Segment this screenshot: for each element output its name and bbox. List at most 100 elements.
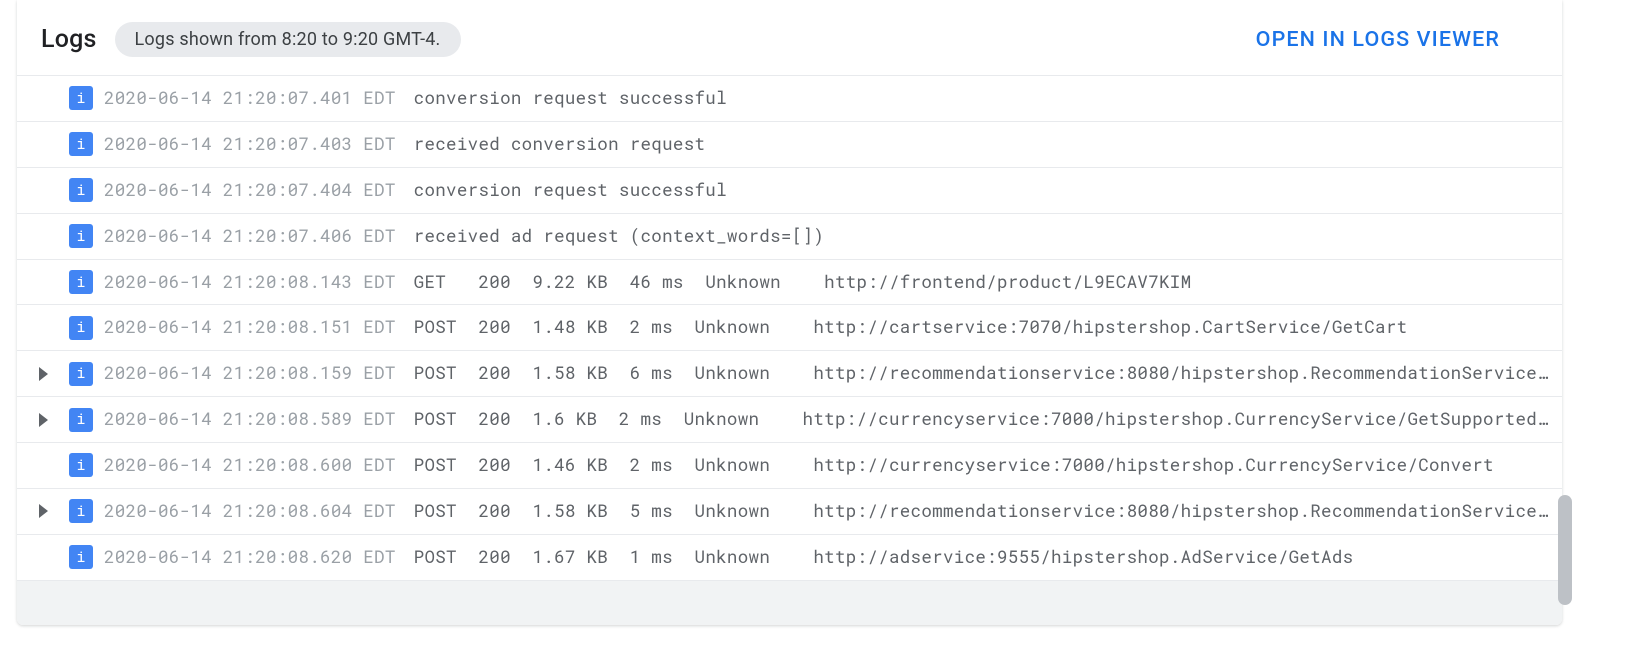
log-row[interactable]: i2020-06-14 21:20:08.159 EDTPOST 200 1.5… <box>17 351 1562 397</box>
severity-info-icon: i <box>69 270 93 294</box>
http-status: 200 <box>478 268 532 297</box>
log-message: received ad request (context_words=[]) <box>396 222 824 251</box>
http-url: http://recommendationservice:8080/hipste… <box>813 359 1548 388</box>
http-agent: Unknown <box>695 359 814 388</box>
logs-panel: Logs Logs shown from 8:20 to 9:20 GMT-4.… <box>17 0 1562 625</box>
http-url: http://frontend/product/L9ECAV7KIM <box>824 268 1191 297</box>
log-timestamp: 2020-06-14 21:20:08.600 EDT <box>104 451 396 480</box>
severity-info-icon: i <box>69 545 93 569</box>
log-message: received conversion request <box>396 130 706 159</box>
http-size: 1.67 KB <box>532 543 629 572</box>
http-method: POST <box>414 405 479 434</box>
http-url: http://adservice:9555/hipstershop.AdServ… <box>813 543 1353 572</box>
http-url: http://currencyservice:7000/hipstershop.… <box>803 405 1548 434</box>
http-method: POST <box>414 543 479 572</box>
log-timestamp: 2020-06-14 21:20:07.404 EDT <box>104 176 396 205</box>
severity-info-icon: i <box>69 132 93 156</box>
http-agent: Unknown <box>684 405 803 434</box>
log-http-summary: POST 200 1.58 KB 6 ms Unknown http://rec… <box>396 359 1562 388</box>
log-row[interactable]: i2020-06-14 21:20:08.604 EDTPOST 200 1.5… <box>17 489 1562 535</box>
logs-header: Logs Logs shown from 8:20 to 9:20 GMT-4.… <box>17 0 1562 75</box>
http-latency: 2 ms <box>630 313 695 342</box>
logs-footer-area <box>17 581 1562 625</box>
http-status: 200 <box>478 313 532 342</box>
log-row[interactable]: i 2020-06-14 21:20:07.403 EDTreceived con… <box>17 122 1562 168</box>
expand-arrow-icon[interactable] <box>39 413 48 427</box>
http-method: GET <box>414 268 479 297</box>
log-http-summary: POST 200 1.6 KB 2 ms Unknown http://curr… <box>396 405 1562 434</box>
http-status: 200 <box>478 451 532 480</box>
log-timestamp: 2020-06-14 21:20:07.403 EDT <box>104 130 396 159</box>
log-timestamp: 2020-06-14 21:20:08.151 EDT <box>104 313 396 342</box>
severity-info-icon: i <box>69 178 93 202</box>
log-timestamp: 2020-06-14 21:20:08.604 EDT <box>104 497 396 526</box>
severity-info-icon: i <box>69 224 93 248</box>
log-timestamp: 2020-06-14 21:20:08.589 EDT <box>104 405 396 434</box>
http-size: 1.48 KB <box>532 313 629 342</box>
log-timestamp: 2020-06-14 21:20:07.406 EDT <box>104 222 396 251</box>
log-http-summary: POST 200 1.67 KB 1 ms Unknown http://ads… <box>396 543 1562 572</box>
http-size: 1.58 KB <box>532 497 629 526</box>
http-agent: Unknown <box>695 497 814 526</box>
http-latency: 6 ms <box>630 359 695 388</box>
time-range-chip[interactable]: Logs shown from 8:20 to 9:20 GMT-4. <box>115 22 461 57</box>
severity-info-icon: i <box>69 362 93 386</box>
http-status: 200 <box>478 543 532 572</box>
expand-cell[interactable] <box>17 367 69 381</box>
log-row[interactable]: i2020-06-14 21:20:08.620 EDTPOST 200 1.6… <box>17 535 1562 581</box>
http-status: 200 <box>478 497 532 526</box>
http-size: 1.6 KB <box>532 405 618 434</box>
http-latency: 1 ms <box>630 543 695 572</box>
expand-arrow-icon[interactable] <box>39 504 48 518</box>
log-http-summary: POST 200 1.58 KB 5 ms Unknown http://rec… <box>396 497 1562 526</box>
log-row[interactable]: i2020-06-14 21:20:08.589 EDTPOST 200 1.6… <box>17 397 1562 443</box>
scrollbar-track <box>1558 80 1572 615</box>
http-size: 1.46 KB <box>532 451 629 480</box>
http-status: 200 <box>478 405 532 434</box>
log-message: conversion request successful <box>396 176 727 205</box>
log-row[interactable]: i2020-06-14 21:20:08.600 EDTPOST 200 1.4… <box>17 443 1562 489</box>
log-list: i2020-06-14 21:20:07.401 EDTconversion r… <box>17 75 1562 581</box>
severity-info-icon: i <box>69 316 93 340</box>
log-http-summary: POST 200 1.48 KB 2 ms Unknown http://car… <box>396 313 1562 342</box>
log-timestamp: 2020-06-14 21:20:07.401 EDT <box>104 84 396 113</box>
log-row[interactable]: i 2020-06-14 21:20:07.406 EDTreceived ad … <box>17 214 1562 260</box>
http-agent: Unknown <box>705 268 824 297</box>
log-timestamp: 2020-06-14 21:20:08.159 EDT <box>104 359 396 388</box>
severity-info-icon: i <box>69 453 93 477</box>
expand-cell[interactable] <box>17 504 69 518</box>
http-agent: Unknown <box>695 313 814 342</box>
http-method: POST <box>414 313 479 342</box>
log-row[interactable]: i 2020-06-14 21:20:07.401 EDTconversion r… <box>17 76 1562 122</box>
log-http-summary: POST 200 1.46 KB 2 ms Unknown http://cur… <box>396 451 1562 480</box>
scrollbar-thumb[interactable] <box>1558 495 1572 605</box>
http-size: 1.58 KB <box>532 359 629 388</box>
http-url: http://recommendationservice:8080/hipste… <box>813 497 1548 526</box>
log-row[interactable]: i 2020-06-14 21:20:07.404 EDTconversion r… <box>17 168 1562 214</box>
log-row[interactable]: i2020-06-14 21:20:08.151 EDTPOST 200 1.4… <box>17 305 1562 351</box>
http-method: POST <box>414 497 479 526</box>
log-http-summary: GET 200 9.22 KB 46 ms Unknown http://fro… <box>396 268 1562 297</box>
http-method: POST <box>414 451 479 480</box>
http-latency: 5 ms <box>630 497 695 526</box>
logs-title: Logs <box>41 25 97 54</box>
expand-cell[interactable] <box>17 413 69 427</box>
severity-info-icon: i <box>69 499 93 523</box>
open-in-logs-viewer-link[interactable]: OPEN IN LOGS VIEWER <box>1256 27 1500 52</box>
http-agent: Unknown <box>695 451 814 480</box>
log-row[interactable]: i2020-06-14 21:20:08.143 EDTGET 200 9.22… <box>17 260 1562 306</box>
http-status: 200 <box>478 359 532 388</box>
log-timestamp: 2020-06-14 21:20:08.620 EDT <box>104 543 396 572</box>
http-latency: 2 ms <box>619 405 684 434</box>
expand-arrow-icon[interactable] <box>39 367 48 381</box>
http-method: POST <box>414 359 479 388</box>
http-size: 9.22 KB <box>532 268 629 297</box>
severity-info-icon: i <box>69 408 93 432</box>
http-latency: 2 ms <box>630 451 695 480</box>
severity-info-icon: i <box>69 86 93 110</box>
log-message: conversion request successful <box>396 84 727 113</box>
http-latency: 46 ms <box>630 268 706 297</box>
log-timestamp: 2020-06-14 21:20:08.143 EDT <box>104 268 396 297</box>
http-url: http://cartservice:7070/hipstershop.Cart… <box>813 313 1407 342</box>
http-url: http://currencyservice:7000/hipstershop.… <box>813 451 1494 480</box>
